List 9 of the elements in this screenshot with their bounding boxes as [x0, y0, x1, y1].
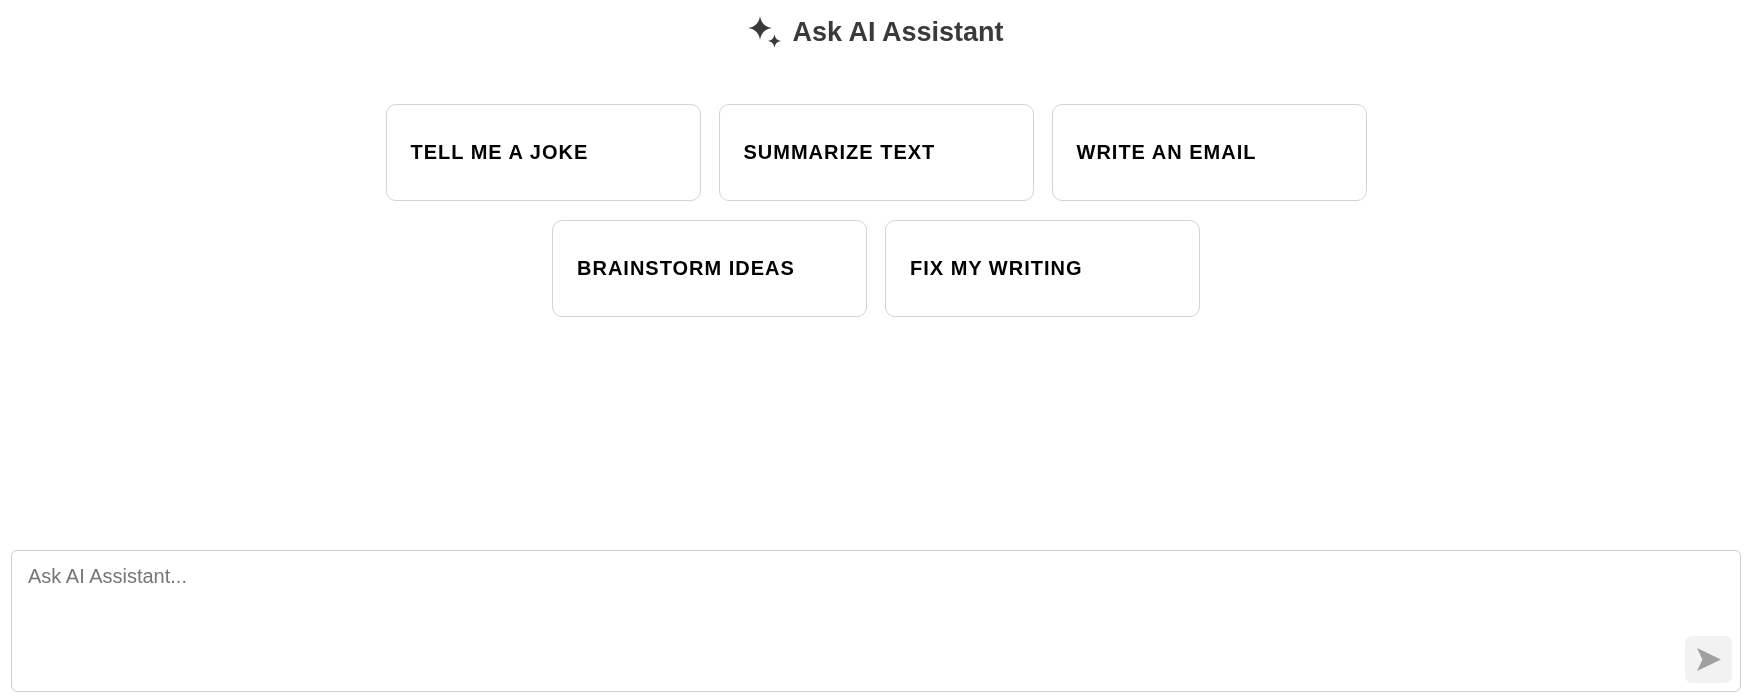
suggestion-card[interactable]: FIX MY WRITING	[885, 220, 1200, 317]
suggestion-card[interactable]: SUMMARIZE TEXT	[718, 104, 1034, 201]
suggestion-card[interactable]: WRITE AN EMAIL	[1051, 104, 1367, 201]
suggestion-card[interactable]: TELL ME A JOKE	[385, 104, 701, 201]
message-input-field[interactable]: Ask AI Assistant...	[11, 550, 1741, 692]
page-title: Ask AI Assistant	[792, 16, 1004, 49]
sparkle-icon	[748, 15, 783, 49]
send-icon	[1696, 648, 1721, 671]
suggestion-card[interactable]: BRAINSTORM IDEAS	[552, 220, 867, 317]
